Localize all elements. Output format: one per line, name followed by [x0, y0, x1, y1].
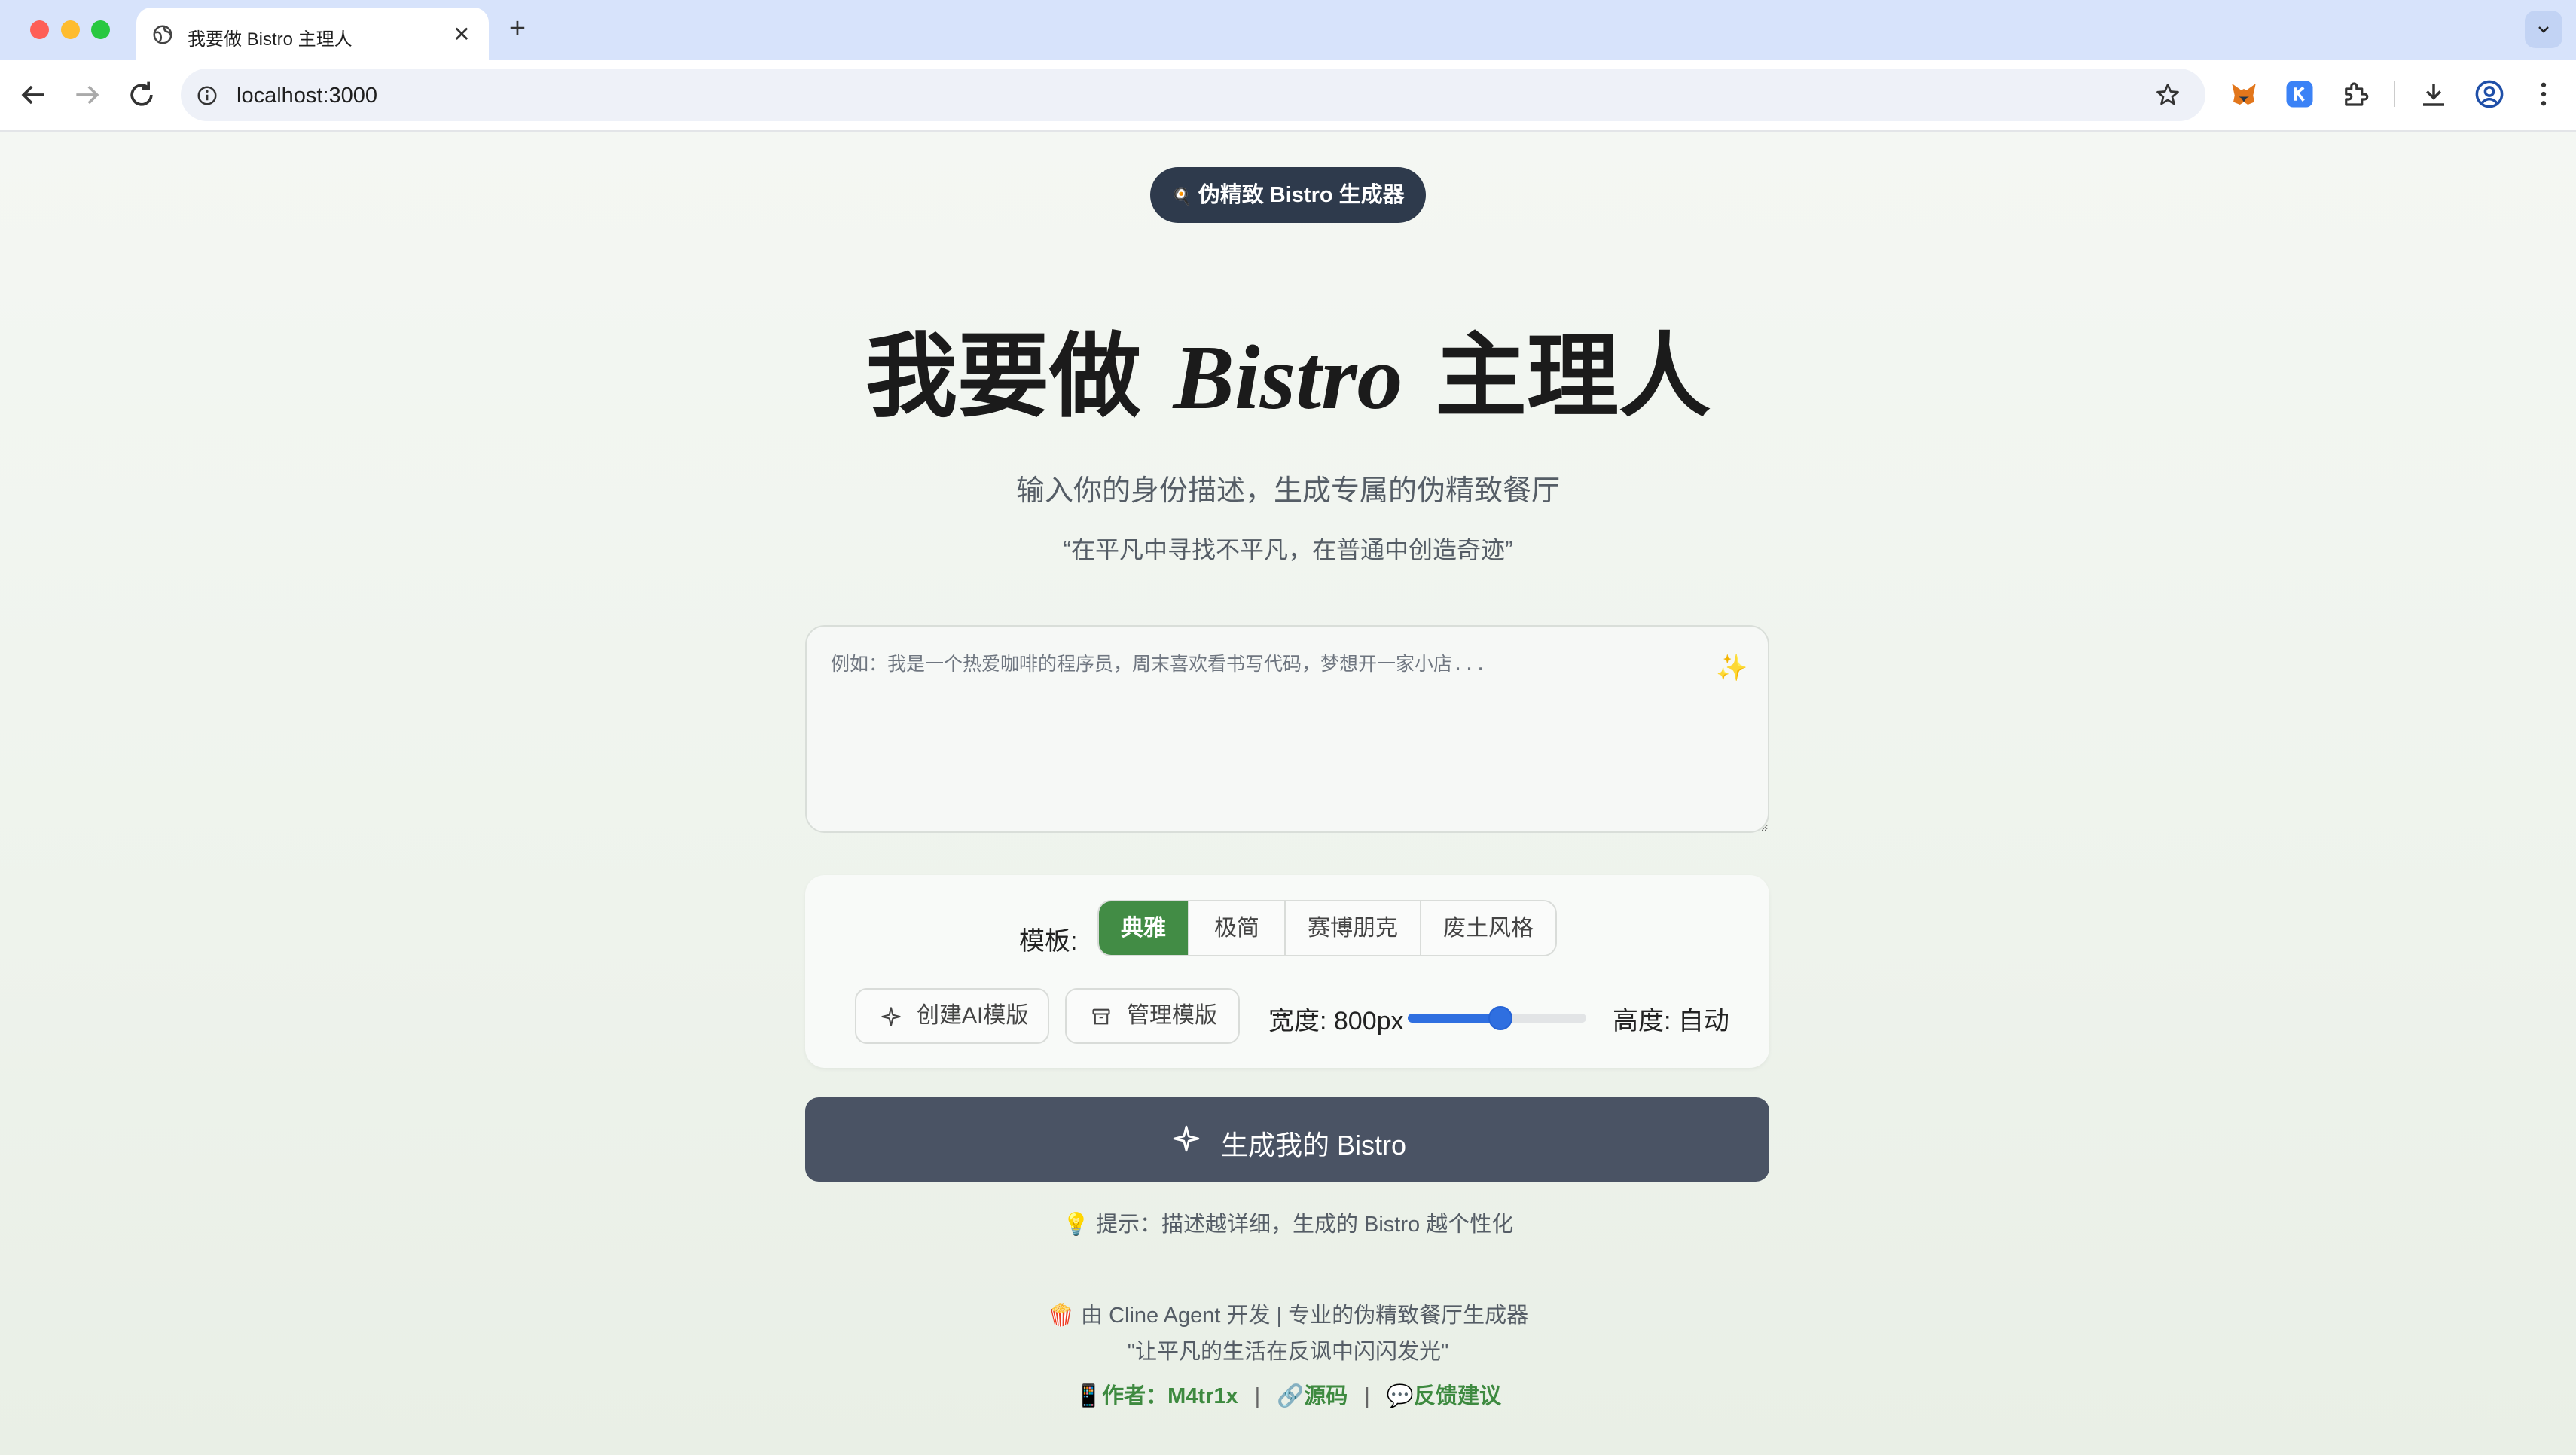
sparkle-icon: ✨: [1716, 654, 1748, 682]
globe-icon: [153, 25, 172, 44]
title-suffix: 主理人: [1435, 323, 1711, 430]
back-arrow-icon[interactable]: [17, 78, 50, 111]
author-label: 作者：M4tr1x: [1102, 1384, 1238, 1408]
tab-search-button[interactable]: [2525, 11, 2562, 48]
window-minimize-button[interactable]: [61, 20, 80, 39]
profile-avatar-icon[interactable]: [2474, 78, 2505, 110]
phone-icon: 📱: [1075, 1384, 1103, 1408]
page-content: 🍳 伪精致 Bistro 生成器 我要做 Bistro 主理人 输入你的身份描述，…: [0, 132, 2576, 1455]
archive-icon: [1092, 1008, 1110, 1025]
forward-arrow-icon[interactable]: [71, 78, 104, 111]
page-title: 我要做 Bistro 主理人: [0, 320, 2576, 435]
footer-links: 📱作者：M4tr1x | 🔗源码 | 💬反馈建议: [0, 1378, 2576, 1410]
footer-separator: |: [1254, 1384, 1261, 1408]
tab-title: 我要做 Bistro 主理人: [188, 29, 353, 50]
footer-slogan: "让平凡的生活在反讽中闪闪发光": [1127, 1340, 1449, 1364]
page-quote: “在平凡中寻找不平凡，在普通中创造奇迹”: [1063, 536, 1513, 563]
k-extension-icon[interactable]: [2284, 78, 2315, 110]
template-option-cyberpunk[interactable]: 赛博朋克: [1286, 901, 1421, 955]
identity-description-input[interactable]: [805, 625, 1769, 833]
settings-panel: 模板: 典雅 极简 赛博朋克 废土风格 创建AI模版 管理模版 宽度: 800p…: [805, 875, 1769, 1068]
footer-separator: |: [1364, 1384, 1370, 1408]
width-label: 宽度: 800px: [1268, 1007, 1404, 1036]
sparkle-outline-icon: [881, 1007, 901, 1026]
height-label: 高度: 自动: [1613, 1007, 1729, 1036]
footer-credits: 🍿 由 Cline Agent 开发 | 专业的伪精致餐厅生成器: [1047, 1304, 1529, 1328]
more-menu-icon[interactable]: [2528, 78, 2559, 110]
source-link[interactable]: 🔗源码: [1277, 1384, 1348, 1408]
fried-egg-icon: 🍳: [1171, 187, 1192, 206]
browser-tab-bar: 我要做 Bistro 主理人 ✕ +: [0, 0, 2576, 60]
badge-label: 伪精致 Bistro 生成器: [1198, 183, 1405, 207]
create-ai-template-label: 创建AI模版: [917, 1003, 1029, 1028]
browser-tab[interactable]: 我要做 Bistro 主理人 ✕: [136, 8, 489, 60]
speech-bubble-icon: 💬: [1386, 1384, 1414, 1408]
generate-bistro-button[interactable]: 生成我的 Bistro: [805, 1097, 1769, 1182]
address-bar[interactable]: localhost:3000: [181, 69, 2205, 121]
manage-templates-button[interactable]: 管理模版: [1065, 988, 1240, 1044]
source-label: 源码: [1304, 1384, 1348, 1408]
extensions-puzzle-icon[interactable]: [2339, 78, 2371, 110]
url-text: localhost:3000: [237, 84, 378, 108]
width-slider[interactable]: [1408, 1006, 1586, 1030]
template-option-minimal[interactable]: 极简: [1189, 901, 1286, 955]
template-label: 模板:: [1019, 927, 1078, 956]
reload-icon[interactable]: [125, 78, 158, 111]
bookmark-star-icon[interactable]: [2154, 81, 2181, 108]
download-icon[interactable]: [2418, 78, 2449, 110]
window-maximize-button[interactable]: [91, 20, 110, 39]
new-tab-button[interactable]: +: [502, 14, 533, 44]
author-link[interactable]: 📱作者：M4tr1x: [1075, 1384, 1238, 1408]
template-option-wasteland[interactable]: 废土风格: [1421, 901, 1555, 955]
create-ai-template-button[interactable]: 创建AI模版: [855, 988, 1049, 1044]
page-subtitle: 输入你的身份描述，生成专属的伪精致餐厅: [1015, 475, 1560, 507]
chevron-down-icon: [2538, 26, 2549, 33]
toolbar-divider: [2394, 81, 2395, 107]
feedback-label: 反馈建议: [1413, 1384, 1501, 1408]
window-close-button[interactable]: [30, 20, 49, 39]
template-selector: 典雅 极简 赛博朋克 废土风格: [1097, 900, 1557, 956]
tip-text: 💡 提示：描述越详细，生成的 Bistro 越个性化: [1062, 1212, 1514, 1237]
generate-button-label: 生成我的 Bistro: [1221, 1130, 1407, 1161]
sparkle-outline-icon: [1173, 1125, 1200, 1152]
width-slider-thumb[interactable]: [1488, 1006, 1513, 1030]
width-slider-fill: [1408, 1014, 1501, 1023]
link-icon: 🔗: [1277, 1384, 1305, 1408]
title-prefix: 我要做: [865, 323, 1141, 430]
app-badge: 🍳 伪精致 Bistro 生成器: [1150, 167, 1426, 223]
metamask-fox-icon[interactable]: [2228, 78, 2260, 110]
tab-close-icon[interactable]: ✕: [450, 23, 474, 47]
feedback-link[interactable]: 💬反馈建议: [1387, 1384, 1501, 1408]
template-option-classic[interactable]: 典雅: [1099, 901, 1189, 955]
site-info-icon[interactable]: [196, 84, 218, 107]
title-brand: Bistro: [1173, 327, 1403, 429]
manage-templates-label: 管理模版: [1127, 1003, 1217, 1028]
